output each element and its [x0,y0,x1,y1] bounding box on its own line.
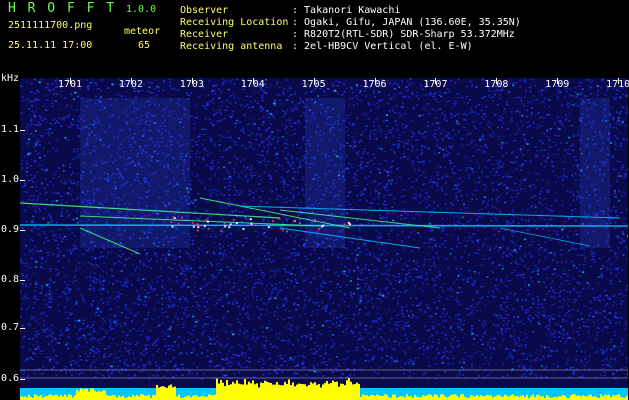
x-tick [191,78,193,84]
y-tick-label: 0.8 [1,274,20,285]
meteor-hotspot [249,218,252,221]
x-tick [557,78,559,84]
x-tick [496,78,498,84]
x-tick [70,78,71,84]
app-version: 1.0.0 [126,4,157,15]
meteor-hotspot [170,221,173,224]
meteor-hotspot [317,228,320,230]
y-tick-label: 1.1 [1,124,20,135]
y-axis-unit: kHz [1,73,20,84]
y-tick-label: 0.6 [1,373,20,384]
meteor-hotspot [232,218,235,221]
meteor-hotspot [282,229,284,232]
x-tick [252,78,254,84]
meteor-hotspot [192,225,195,228]
field-observer-label: Observer [180,5,229,16]
spectrogram-canvas [20,78,628,400]
meteor-hotspot [272,220,275,223]
field-antenna-label: Receiving antenna [180,41,283,52]
count-label: 65 [138,40,151,51]
field-receiver-label: Receiver [180,29,229,40]
meteor-hotspot [343,223,346,226]
y-tick-label: 1.0 [1,174,20,185]
meteor-hotspot [228,226,231,229]
datetime-label: 25.11.11 17:00 [8,40,93,51]
y-tick [20,230,25,231]
meteor-hotspot [181,216,184,219]
meteor-hotspot [250,222,253,225]
spectrogram-plot [20,78,628,400]
field-observer-value: : Takanori Kawachi [292,5,401,16]
y-tick [20,130,25,131]
meteor-hotspot [207,220,210,223]
meteor-hotspot [191,221,194,224]
meteor-hotspot [312,220,315,223]
meteor-hotspot [196,229,199,232]
meteor-hotspot [171,225,174,228]
meteor-hotspot [172,216,175,219]
y-tick-label: 0.9 [1,224,20,235]
meteor-hotspot [242,228,245,230]
x-tick [130,78,132,84]
meteor-hotspot [197,223,199,226]
meteor-hotspot [321,225,323,228]
meteor-hotspot [197,226,200,229]
meteor-hotspot [203,224,206,227]
meteor-hotspot [205,218,208,221]
meteor-hotspot [349,223,351,226]
field-location-label: Receiving Location [180,17,289,28]
meteor-hotspot [229,223,232,226]
mode-label: meteor [124,26,161,37]
meteor-hotspot [267,226,270,229]
meteor-hotspot [235,222,238,225]
meteor-hotspot [293,219,296,222]
x-tick [435,78,437,84]
y-tick [20,280,25,281]
field-location-value: : Ogaki, Gifu, JAPAN (136.60E, 35.35N) [292,17,521,28]
y-tick [20,328,25,329]
meteor-hotspot [223,222,226,225]
y-tick [20,379,25,380]
filename-label: 2511111700.png [8,20,93,31]
meteor-hotspot [177,222,180,225]
header-panel: H R O F F T 1.0.0 2511111700.png meteor … [0,0,629,78]
meteor-hotspot [224,225,227,228]
field-antenna-value: : 2el-HB9CV Vertical (el. E-W) [292,41,473,52]
x-tick [618,78,620,84]
app-title: H R O F F T [8,1,117,16]
field-receiver-value: : R820T2(RTL-SDR) SDR-Sharp 53.372MHz [292,29,515,40]
meteor-hotspot [278,217,281,220]
x-tick [313,78,315,84]
meteor-hotspot [207,228,210,231]
meteor-hotspot [220,229,223,232]
y-tick-label: 0.7 [1,322,20,333]
y-tick [20,180,25,181]
x-tick [374,78,376,84]
